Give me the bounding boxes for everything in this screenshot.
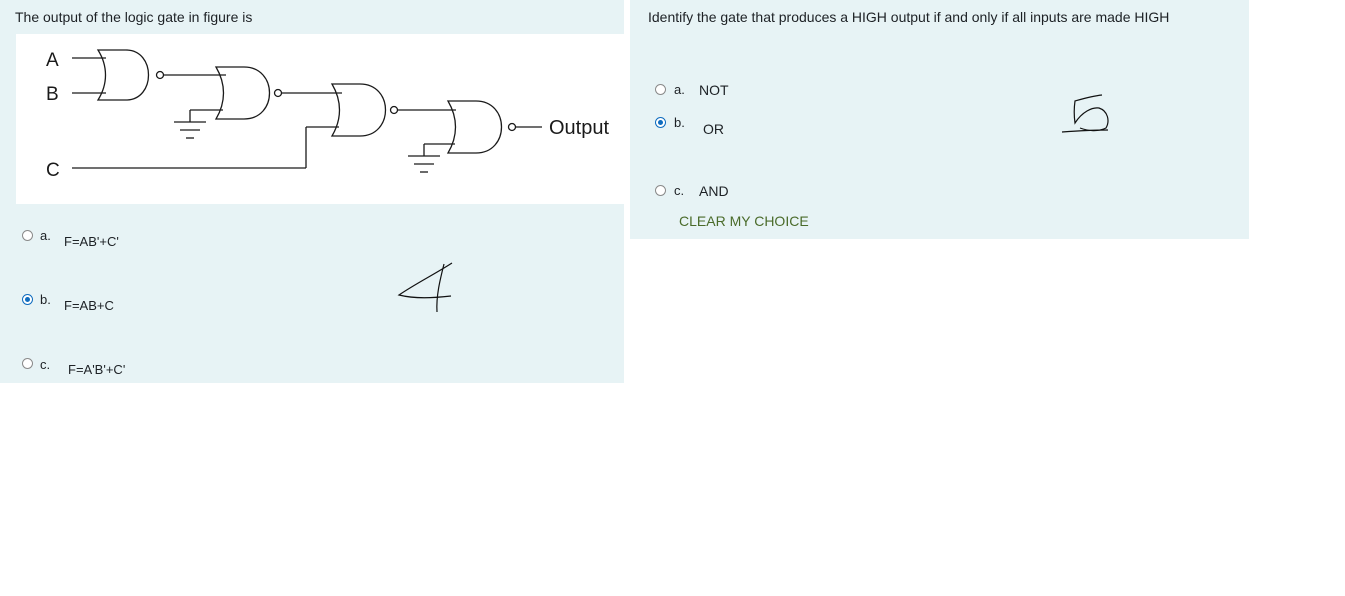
- logic-circuit-figure: A B C Output: [16, 34, 624, 204]
- q1-option-c-radio[interactable]: [22, 358, 33, 369]
- question-2-panel: Identify the gate that produces a HIGH o…: [630, 0, 1249, 239]
- q2-option-b-letter: b.: [674, 115, 685, 130]
- clear-my-choice-link[interactable]: CLEAR MY CHOICE: [679, 213, 809, 229]
- q1-option-b-letter: b.: [40, 292, 51, 307]
- question-2-text: Identify the gate that produces a HIGH o…: [648, 9, 1170, 25]
- q1-option-b-text: F=AB+C: [64, 298, 114, 313]
- q1-option-a-radio[interactable]: [22, 230, 33, 241]
- q1-option-c-letter: c.: [40, 357, 51, 372]
- gate-3: [330, 83, 386, 137]
- q1-option-c-text: F=A'B'+C': [68, 362, 126, 377]
- q2-option-b-radio[interactable]: [655, 117, 666, 128]
- handwritten-5-icon: [1061, 94, 1109, 133]
- q2-option-c-text: AND: [699, 183, 729, 199]
- handwritten-4-icon: [397, 262, 453, 313]
- q1-option-b-radio[interactable]: [22, 294, 33, 305]
- q2-option-c-radio[interactable]: [655, 185, 666, 196]
- question-1-text: The output of the logic gate in figure i…: [15, 9, 253, 25]
- q1-option-a-letter: a.: [40, 228, 51, 243]
- q2-option-a-radio[interactable]: [655, 84, 666, 95]
- input-c-label: C: [46, 160, 60, 181]
- q2-option-b-text: OR: [703, 121, 724, 137]
- logic-circuit-diagram: A B C Output: [46, 49, 609, 181]
- question-1-panel: The output of the logic gate in figure i…: [0, 0, 624, 383]
- q2-option-a-letter: a.: [674, 82, 685, 97]
- q1-option-a-text: F=AB'+C': [64, 234, 119, 249]
- input-a-label: A: [46, 50, 59, 71]
- q2-option-c-letter: c.: [674, 183, 685, 198]
- q2-option-a-text: NOT: [699, 82, 729, 98]
- output-label: Output: [549, 117, 609, 139]
- gate-4: [446, 100, 502, 154]
- input-b-label: B: [46, 84, 59, 105]
